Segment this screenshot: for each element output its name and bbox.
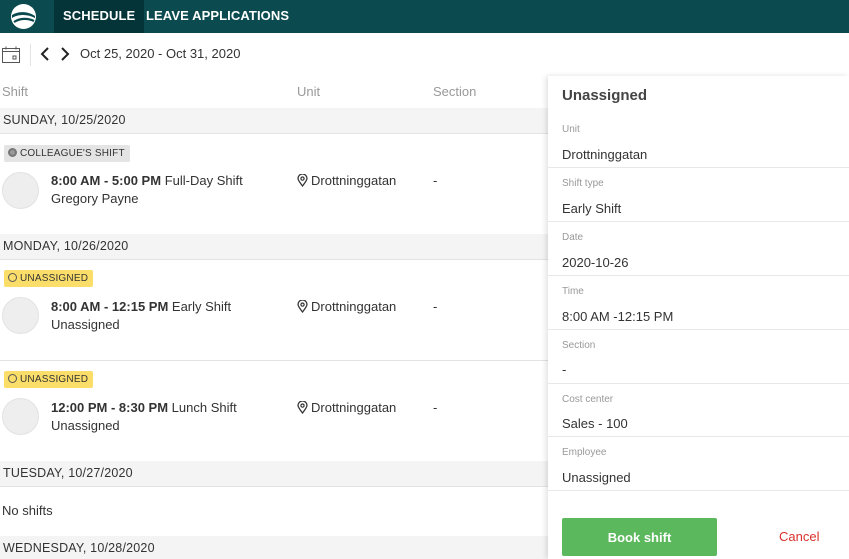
colleague-shift-badge: COLLEAGUE'S SHIFT [4,145,130,162]
chevron-left-icon[interactable] [39,46,51,62]
divider [548,436,849,437]
tab-schedule[interactable]: SCHEDULE [54,0,145,33]
circle-icon [8,273,17,282]
panel-title: Unassigned [562,87,648,104]
divider [548,383,849,384]
schedule-list: Shift Unit Section SUNDAY, 10/25/2020 CO… [0,76,548,559]
date-toolbar: Oct 25, 2020 - Oct 31, 2020 [0,33,849,76]
location-pin-icon [297,401,308,414]
unassigned-badge: UNASSIGNED [4,371,94,388]
field-label-time: Time [562,286,584,297]
field-value-date: 2020-10-26 [562,255,629,270]
circle-icon [8,374,17,383]
divider [0,360,548,361]
field-value-employee: Unassigned [562,470,631,485]
shift-section: - [433,400,438,415]
divider [548,329,849,330]
shift-unit: Drottninggatan [297,299,396,314]
toolbar-divider [30,44,31,66]
cancel-button[interactable]: Cancel [779,529,819,544]
date-range-label: Oct 25, 2020 - Oct 31, 2020 [80,46,241,61]
field-value-cost-center: Sales - 100 [562,416,628,431]
no-shifts-text: No shifts [2,503,53,518]
book-shift-button[interactable]: Book shift [562,518,717,556]
field-label-cost-center: Cost center [562,394,614,405]
location-pin-icon [297,174,308,187]
day-header-tuesday: TUESDAY, 10/27/2020 [0,461,548,486]
avatar[interactable] [2,398,39,435]
day-header-monday: MONDAY, 10/26/2020 [0,234,548,259]
field-label-employee: Employee [562,447,607,458]
shift-details-panel: Unassigned Unit Drottninggatan Shift typ… [548,76,849,559]
app-logo-icon[interactable] [10,3,37,30]
unassigned-badge: UNASSIGNED [4,270,94,287]
divider [0,133,548,134]
avatar[interactable] [2,297,39,334]
shift-employee: Unassigned [51,317,120,332]
field-value-unit: Drottninggatan [562,147,648,162]
shift-employee: Unassigned [51,418,120,433]
shift-time-type[interactable]: 12:00 PM - 8:30 PM Lunch Shift [51,400,237,415]
shift-employee: Gregory Payne [51,191,139,206]
divider [548,167,849,168]
colleague-icon [8,148,17,157]
day-header-wednesday: WEDNESDAY, 10/28/2020 [0,536,548,559]
field-label-date: Date [562,232,584,243]
avatar[interactable] [2,172,39,209]
shift-section: - [433,299,438,314]
divider [548,275,849,276]
calendar-icon[interactable] [2,46,20,63]
field-value-time: 8:00 AM -12:15 PM [562,309,674,324]
field-label-unit: Unit [562,124,580,135]
tab-leave-applications[interactable]: LEAVE APPLICATIONS [146,0,289,33]
divider [548,221,849,222]
column-header-unit[interactable]: Unit [297,84,320,99]
location-pin-icon [297,300,308,313]
shift-unit: Drottninggatan [297,173,396,188]
divider [0,486,548,487]
column-header-section[interactable]: Section [433,84,476,99]
shift-time-type[interactable]: 8:00 AM - 12:15 PM Early Shift [51,299,231,314]
shift-unit: Drottninggatan [297,400,396,415]
field-label-shift-type: Shift type [562,178,604,189]
shift-section: - [433,173,438,188]
shift-time-type[interactable]: 8:00 AM - 5:00 PM Full-Day Shift [51,173,243,188]
column-header-shift[interactable]: Shift [2,84,28,99]
divider [548,490,849,491]
day-header-sunday: SUNDAY, 10/25/2020 [0,108,548,133]
top-nav: SCHEDULE LEAVE APPLICATIONS [0,0,849,33]
field-value-section: - [562,362,567,377]
panel-footer: Book shift Cancel [548,510,849,559]
field-value-shift-type: Early Shift [562,201,622,216]
divider [0,259,548,260]
field-label-section: Section [562,340,596,351]
chevron-right-icon[interactable] [59,46,71,62]
